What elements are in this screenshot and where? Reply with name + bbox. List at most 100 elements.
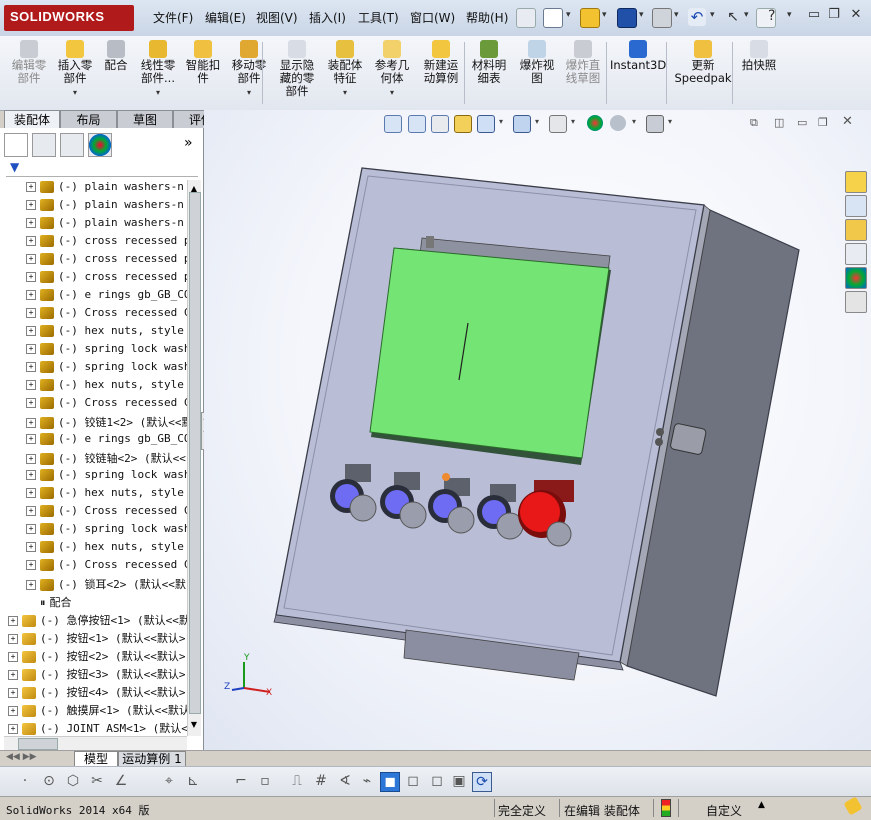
- tree-item[interactable]: + (-) Cross recessed CH: [26, 396, 187, 414]
- tree-item[interactable]: + (-) plain washers-n s: [26, 180, 187, 198]
- view-orientation-icon[interactable]: [513, 115, 531, 133]
- expand-icon[interactable]: +: [26, 326, 36, 336]
- hide-show-items-icon[interactable]: [549, 115, 567, 133]
- feature-tree-icon[interactable]: [4, 133, 28, 157]
- pin-icon[interactable]: [516, 8, 536, 28]
- expand-icon[interactable]: +: [26, 454, 36, 464]
- new-motion-study-button[interactable]: 新建运 动算例: [418, 38, 464, 85]
- new-caret-icon[interactable]: ▾: [566, 10, 571, 20]
- tree-item[interactable]: + (-) 铰链轴<2> (默认<<: [26, 450, 187, 468]
- enclosure-3d-model[interactable]: [204, 110, 871, 750]
- restore-button[interactable]: ❐: [826, 7, 842, 23]
- angle-icon[interactable]: ∢: [336, 772, 354, 790]
- panel-collapse-icon[interactable]: »: [184, 135, 193, 151]
- tree-item[interactable]: + (-) hex nuts, style 1: [26, 378, 187, 396]
- section-cube-icon[interactable]: ▣: [450, 772, 468, 790]
- expand-icon[interactable]: +: [26, 488, 36, 498]
- expand-icon[interactable]: +: [8, 616, 18, 626]
- tree-item[interactable]: + (-) Cross recessed CH: [26, 504, 187, 522]
- undo-icon[interactable]: ↶: [688, 8, 706, 26]
- tree-item[interactable]: + (-) e rings gb_GB_CON: [26, 432, 187, 450]
- mate-button[interactable]: 配合: [100, 38, 132, 72]
- expand-icon[interactable]: +: [8, 652, 18, 662]
- section-view-icon[interactable]: [454, 115, 472, 133]
- configuration-manager-icon[interactable]: [60, 133, 84, 157]
- measure-icon[interactable]: ⌁: [358, 772, 376, 790]
- tree-item[interactable]: + (-) spring lock washe: [26, 522, 187, 540]
- hscroll-thumb[interactable]: [18, 738, 58, 750]
- solidworks-logo[interactable]: SOLIDWORKS: [4, 5, 134, 31]
- grid-icon[interactable]: #: [312, 772, 330, 790]
- expand-icon[interactable]: +: [8, 706, 18, 716]
- apply-scene-icon[interactable]: [610, 115, 626, 131]
- explode-line-sketch-button[interactable]: 爆炸直 线草图: [560, 38, 606, 85]
- scroll-down-icon[interactable]: ▼: [189, 720, 199, 730]
- display-style-caret-icon[interactable]: ▾: [535, 117, 539, 126]
- expand-icon[interactable]: +: [26, 344, 36, 354]
- previous-view-icon[interactable]: [431, 115, 449, 133]
- new-document-icon[interactable]: [543, 8, 563, 28]
- exploded-view-button[interactable]: 爆炸视 图: [514, 38, 560, 85]
- expand-icon[interactable]: +: [26, 182, 36, 192]
- smart-fasteners-button[interactable]: 智能扣 件: [182, 38, 224, 85]
- view-settings-caret-icon[interactable]: ▾: [668, 117, 672, 126]
- shaded-cube-icon[interactable]: ◼: [380, 772, 400, 792]
- viewport-split-icon[interactable]: ◫: [774, 116, 784, 129]
- expand-icon[interactable]: +: [8, 724, 18, 734]
- expand-icon[interactable]: +: [26, 506, 36, 516]
- menu-window[interactable]: 窗口(W): [410, 9, 455, 26]
- expand-icon[interactable]: +: [26, 236, 36, 246]
- open-folder-icon[interactable]: [580, 8, 600, 28]
- tree-item[interactable]: + (-) hex nuts, style 1: [26, 324, 187, 342]
- smart-dimension-icon[interactable]: ⌖: [160, 772, 178, 790]
- save-caret-icon[interactable]: ▾: [639, 10, 644, 20]
- polygon-icon[interactable]: ⬡: [64, 772, 82, 790]
- tab-scroll-icon[interactable]: ◀◀ ▶▶: [6, 752, 37, 762]
- custom-properties-icon[interactable]: [845, 291, 867, 313]
- zoom-to-area-icon[interactable]: [408, 115, 426, 133]
- expand-icon[interactable]: +: [26, 398, 36, 408]
- expand-icon[interactable]: +: [26, 290, 36, 300]
- tree-item[interactable]: + (-) hex nuts, style 1: [26, 540, 187, 558]
- tree-item[interactable]: + (-) spring lock washe: [26, 360, 187, 378]
- expand-icon[interactable]: +: [26, 308, 36, 318]
- line-icon[interactable]: ∠: [112, 772, 130, 790]
- tree-item[interactable]: + (-) cross recessed pa: [26, 252, 187, 270]
- expand-icon[interactable]: +: [26, 380, 36, 390]
- tree-item[interactable]: + (-) cross recessed pa: [26, 234, 187, 252]
- dropdown-caret-icon[interactable]: ▾: [366, 86, 418, 99]
- tree-item[interactable]: + (-) hex nuts, style 1: [26, 486, 187, 504]
- expand-icon[interactable]: +: [26, 434, 36, 444]
- viewport-close-icon[interactable]: ✕: [842, 114, 853, 129]
- tree-item[interactable]: + (-) spring lock washe: [26, 342, 187, 360]
- tree-item[interactable]: + (-) 触摸屏<1> (默认<<默认: [8, 702, 187, 720]
- tree-item[interactable]: + (-) spring lock washe: [26, 468, 187, 486]
- menu-file[interactable]: 文件(F): [153, 9, 193, 26]
- expand-icon[interactable]: +: [26, 254, 36, 264]
- appearances-scenes-icon[interactable]: [845, 267, 867, 289]
- tree-horizontal-scrollbar[interactable]: [4, 736, 187, 750]
- tree-item[interactable]: + (-) 按钮<1> (默认<<默认>: [8, 630, 187, 648]
- select-cursor-icon[interactable]: ↖: [724, 8, 742, 26]
- expand-icon[interactable]: +: [26, 524, 36, 534]
- expand-icon[interactable]: +: [26, 200, 36, 210]
- tree-item[interactable]: + (-) Cross recessed CH: [26, 558, 187, 576]
- expand-icon[interactable]: +: [26, 272, 36, 282]
- linear-component-pattern-button[interactable]: 线性零 部件... ▾: [134, 38, 182, 99]
- rectangle-icon[interactable]: ▫: [256, 772, 274, 790]
- tree-item[interactable]: + (-) JOINT ASM<1> (默认<<默: [8, 720, 187, 736]
- menu-help[interactable]: 帮助(H): [466, 9, 508, 26]
- reference-geometry-button[interactable]: 参考几 何体 ▾: [366, 38, 418, 99]
- dropdown-caret-icon[interactable]: ▾: [226, 86, 272, 99]
- filter-icon[interactable]: ▼: [10, 160, 19, 174]
- tree-filter[interactable]: ▼: [6, 160, 198, 177]
- mirror-icon[interactable]: ⎍: [288, 772, 306, 790]
- viewport-minimize-icon[interactable]: ▭: [797, 116, 807, 129]
- scene-caret-icon[interactable]: ▾: [632, 117, 636, 126]
- hidden-lines-cube-icon[interactable]: ◻: [428, 772, 446, 790]
- tree-item[interactable]: + (-) 按钮<2> (默认<<默认>: [8, 648, 187, 666]
- units-caret-icon[interactable]: ▲: [758, 800, 765, 810]
- menu-tools[interactable]: 工具(T): [358, 9, 399, 26]
- expand-icon[interactable]: +: [8, 670, 18, 680]
- tree-item[interactable]: + (-) 锁耳<2> (默认<<默: [26, 576, 187, 594]
